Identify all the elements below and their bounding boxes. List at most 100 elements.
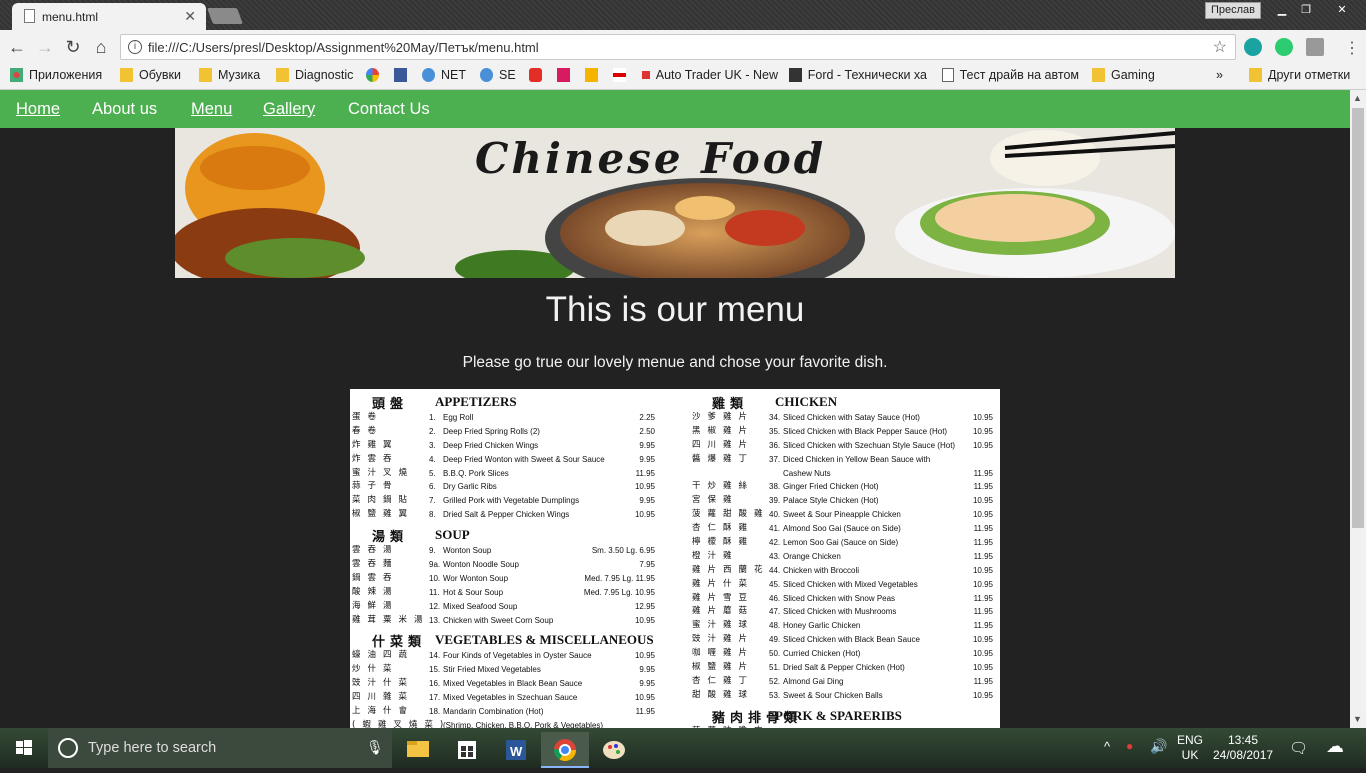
paint-button[interactable] (590, 732, 638, 768)
bookmark-label: Тест драйв на автом (959, 68, 1079, 82)
nav-link-contact[interactable]: Contact Us (348, 100, 430, 119)
bookmark-label: Приложения (29, 68, 103, 82)
volume-icon[interactable]: 🔊 (1150, 738, 1167, 755)
nav-link-about[interactable]: About us (92, 100, 157, 119)
menu-item-chinese: 豉汁雞片 (692, 634, 755, 645)
action-center-icon[interactable]: 🗨 (1289, 739, 1308, 757)
extension-icon[interactable] (1244, 38, 1262, 56)
menu-item-name: Stir Fried Mixed Vegetables (443, 665, 541, 675)
menu-item-price: 11.95 (973, 676, 993, 686)
profile-button[interactable]: Преслав (1205, 2, 1261, 19)
bookmark-se[interactable]: SE (480, 68, 516, 82)
menu-item-name: Four Kinds of Vegetables in Oyster Sauce (443, 651, 592, 661)
file-explorer-button[interactable] (394, 732, 442, 768)
bookmark-apps[interactable]: Приложения (10, 68, 102, 82)
onedrive-cloud-icon[interactable]: ☁ (1326, 736, 1344, 757)
new-tab-button[interactable] (207, 8, 243, 24)
bookmark-folder-music[interactable]: Музика (199, 68, 260, 82)
menu-item-name: Wonton Soup (443, 546, 492, 556)
menu-item: 雞茸粟米湯 13. Chicken with Sweet Corn Soup 10.9… (350, 614, 655, 628)
menu-item-chinese: 椒鹽雞翼 (352, 509, 415, 520)
bookmark-grid-app[interactable] (585, 68, 598, 82)
scroll-up-arrow-icon[interactable]: ▲ (1353, 93, 1362, 103)
menu-item-number: 18. (429, 707, 441, 717)
forward-arrow-icon[interactable]: → (34, 37, 56, 57)
bookmark-folder-gaming[interactable]: Gaming (1092, 68, 1155, 82)
scroll-down-arrow-icon[interactable]: ▼ (1353, 714, 1362, 724)
bookmark-label: NET (441, 68, 466, 82)
youtube-icon (529, 68, 542, 82)
menu-item-price: 11.95 (973, 468, 993, 478)
info-icon[interactable]: i (128, 40, 142, 54)
extension-pdf-icon[interactable] (1306, 38, 1324, 56)
bookmark-label: Auto Trader UK - New (655, 68, 778, 82)
menu-item-name: Sliced Chicken with Mixed Vegetables (783, 579, 918, 589)
home-icon[interactable]: ⌂ (90, 37, 112, 57)
address-bar[interactable]: i file:///C:/Users/presl/Desktop/Assignm… (120, 34, 1236, 60)
bookmark-test-drive[interactable]: Тест драйв на автом (942, 68, 1079, 82)
store-button[interactable] (443, 732, 491, 768)
browser-tab[interactable]: menu.html ✕ (12, 3, 206, 30)
bookmark-autotrader[interactable]: Auto Trader UK - New (642, 68, 778, 82)
menu-item: 豉汁雞片 49. Sliced Chicken with Black Bean Sa… (690, 633, 993, 647)
menu-item: 雞片什菜 45. Sliced Chicken with Mixed Vegetab… (690, 578, 993, 592)
url-text[interactable]: file:///C:/Users/presl/Desktop/Assignmen… (148, 40, 539, 55)
minimize-icon[interactable]: ▁ (1270, 1, 1294, 19)
menu-item: 黑椒雞片 35. Sliced Chicken with Black Pepper … (690, 425, 993, 439)
bookmark-ford[interactable]: Ford - Технически ха (789, 68, 927, 82)
menu-item: 四川雞片 36. Sliced Chicken with Szechuan Styl… (690, 439, 993, 453)
menu-item: 椒鹽雞片 51. Dried Salt & Pepper Chicken (Hot)… (690, 661, 993, 675)
bookmark-folder-diagnostic[interactable]: Diagnostic (276, 68, 353, 82)
menu-item-price: Med. 7.95 Lg. 11.95 (584, 573, 655, 583)
menu-item: 沙爹雞片 34. Sliced Chicken with Satay Sauce (… (690, 411, 993, 425)
menu-item-chinese: 鍋雲吞 (352, 572, 399, 583)
scrollbar-thumb[interactable] (1352, 108, 1364, 528)
bookmark-google[interactable] (366, 68, 379, 82)
menu-item-price: 10.95 (972, 426, 993, 436)
input-language[interactable]: ENG UK (1177, 733, 1203, 763)
section-english-title: APPETIZERS (435, 394, 517, 409)
start-button[interactable] (0, 728, 48, 768)
nav-link-gallery[interactable]: Gallery (263, 100, 315, 119)
nav-link-home[interactable]: Home (16, 100, 60, 119)
menu-item-price: 10.95 (634, 510, 655, 520)
menu-item-number: 2. (429, 426, 436, 436)
page-icon (942, 68, 954, 82)
menu-column-left: 頭盤 APPETIZERS 蛋卷 1. Egg Roll 2.25 春卷 2. Deep Fri… (350, 389, 655, 728)
close-tab-icon[interactable]: ✕ (184, 8, 196, 25)
menu-item-name: Mandarin Combination (Hot) (443, 707, 544, 717)
menu-item-number: 1. (429, 413, 436, 422)
reload-icon[interactable]: ↻ (62, 37, 84, 57)
bookmark-red-cross[interactable] (613, 68, 626, 82)
taskbar-search-box[interactable]: Type here to search 🎙 (48, 728, 392, 768)
menu-item: 海鮮湯 12. Mixed Seafood Soup 12.95 (350, 600, 655, 614)
bookmarks-overflow-button[interactable]: » (1216, 68, 1223, 82)
tray-chevron-up-icon[interactable]: ^ (1104, 739, 1110, 754)
page-scrollbar[interactable]: ▲ ▼ (1350, 90, 1366, 728)
chrome-button[interactable] (541, 732, 589, 768)
close-window-icon[interactable]: ✕ (1326, 1, 1358, 19)
chrome-menu-icon[interactable]: ⋮ (1344, 38, 1360, 58)
grammarly-icon[interactable] (1275, 38, 1293, 56)
bookmark-star-icon[interactable]: ☆ (1213, 37, 1227, 57)
menu-item-number: 45. (769, 579, 781, 589)
bookmark-folder-shoes[interactable]: Обувки (120, 68, 181, 82)
menu-item-chinese: 檸檬酥雞 (692, 537, 755, 548)
clock[interactable]: 13:45 24/08/2017 (1213, 733, 1273, 763)
menu-item-price: 10.95 (972, 440, 993, 450)
other-bookmarks[interactable]: Други отметки (1249, 68, 1350, 82)
restore-icon[interactable]: ❐ (1294, 1, 1318, 19)
bookmark-facebook[interactable] (394, 68, 407, 82)
menu-item-number: 13. (429, 615, 441, 625)
bookmark-seven[interactable] (557, 68, 570, 82)
word-button[interactable]: W (492, 732, 540, 768)
menu-item-chinese: 蒜子骨 (352, 481, 399, 492)
tray-app-icon[interactable]: ● (1126, 739, 1133, 753)
back-arrow-icon[interactable]: ← (6, 37, 28, 57)
apps-grid-icon (10, 68, 23, 82)
menu-section-header: 雞類 CHICKEN (690, 391, 993, 412)
bookmark-net[interactable]: NET (422, 68, 466, 82)
bookmark-youtube[interactable] (529, 68, 542, 82)
microphone-icon[interactable]: 🎙 (366, 739, 384, 756)
nav-link-menu[interactable]: Menu (191, 100, 232, 119)
